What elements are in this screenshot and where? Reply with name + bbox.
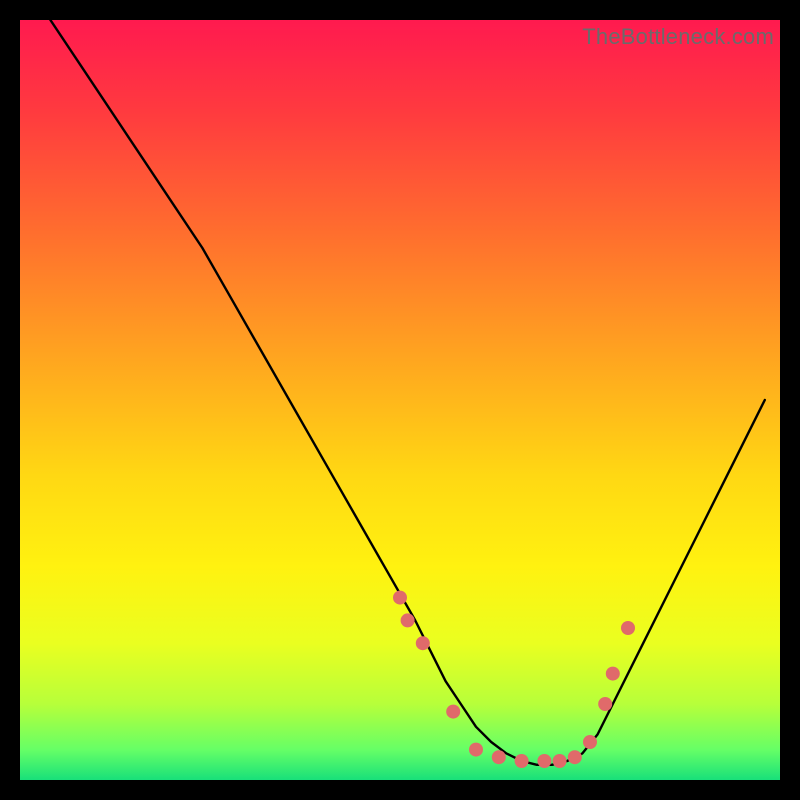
watermark-text: TheBottleneck.com bbox=[582, 24, 774, 50]
data-point bbox=[393, 591, 407, 605]
data-point bbox=[568, 750, 582, 764]
data-point bbox=[606, 667, 620, 681]
chart-frame: TheBottleneck.com bbox=[20, 20, 780, 780]
data-point bbox=[621, 621, 635, 635]
data-point bbox=[401, 613, 415, 627]
data-point bbox=[416, 636, 430, 650]
data-point bbox=[515, 754, 529, 768]
chart-svg bbox=[20, 20, 780, 780]
data-point bbox=[598, 697, 612, 711]
data-point bbox=[446, 705, 460, 719]
data-point bbox=[469, 743, 483, 757]
data-point bbox=[537, 754, 551, 768]
data-point bbox=[553, 754, 567, 768]
gradient-background bbox=[20, 20, 780, 780]
data-point bbox=[583, 735, 597, 749]
data-point bbox=[492, 750, 506, 764]
